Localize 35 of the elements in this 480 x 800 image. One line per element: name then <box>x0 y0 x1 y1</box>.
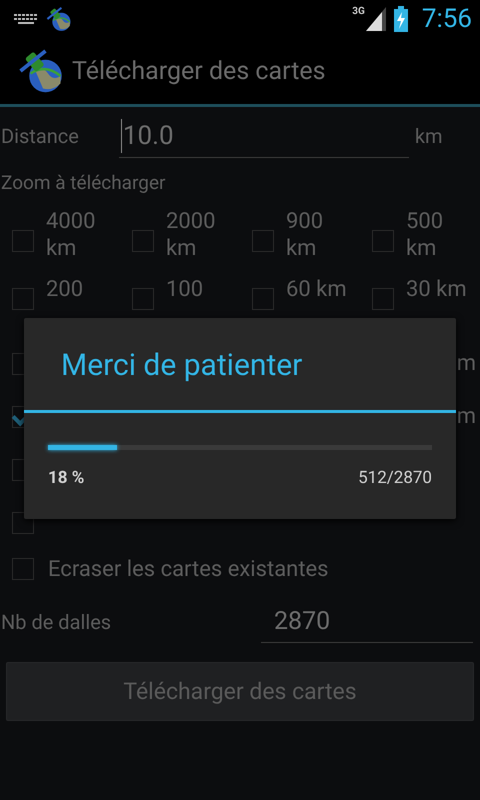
app-title: Télécharger des cartes <box>72 56 326 86</box>
keyboard-icon <box>14 13 38 25</box>
clock-time: 7:56 <box>422 4 472 34</box>
checkbox[interactable] <box>132 230 154 252</box>
checkbox-label: 60 km <box>286 276 348 303</box>
checkbox-label: m <box>456 404 476 429</box>
checkbox[interactable] <box>132 288 154 310</box>
field-label: Nb de dalles <box>0 610 112 634</box>
dialog-title: Merci de patienter <box>24 318 456 413</box>
checkbox[interactable] <box>12 558 34 580</box>
checkbox-label: Ecraser les cartes existantes <box>48 556 329 582</box>
checkbox-label: 200 <box>46 276 84 303</box>
checkbox-label: 500 km <box>406 208 444 262</box>
distance-input[interactable]: 10.0 <box>118 114 409 158</box>
checkbox[interactable] <box>372 288 394 310</box>
checkbox-label: 2000 km <box>166 208 216 262</box>
checkbox[interactable] <box>12 288 34 310</box>
checkbox-label: 900 km <box>286 208 324 262</box>
checkbox-label: 100 <box>166 276 204 303</box>
progress-count: 512/2870 <box>358 468 432 488</box>
checkbox[interactable] <box>372 230 394 252</box>
battery-icon <box>394 6 408 32</box>
progress-percent: 18 % <box>48 468 84 488</box>
checkbox-label: m <box>456 351 476 376</box>
field-label: Distance <box>0 124 79 148</box>
signal-icon <box>366 7 386 31</box>
checkbox[interactable] <box>12 230 34 252</box>
checkbox-label: 30 km <box>406 276 468 303</box>
tiles-input[interactable]: 2870 <box>261 601 473 643</box>
unit-label: km <box>414 124 443 148</box>
section-label: Zoom à télécharger <box>0 171 166 194</box>
checkbox-label: 4000 km <box>46 208 96 262</box>
checkbox[interactable] <box>252 230 274 252</box>
network-type: 3G <box>352 7 365 17</box>
checkbox[interactable] <box>252 288 274 310</box>
